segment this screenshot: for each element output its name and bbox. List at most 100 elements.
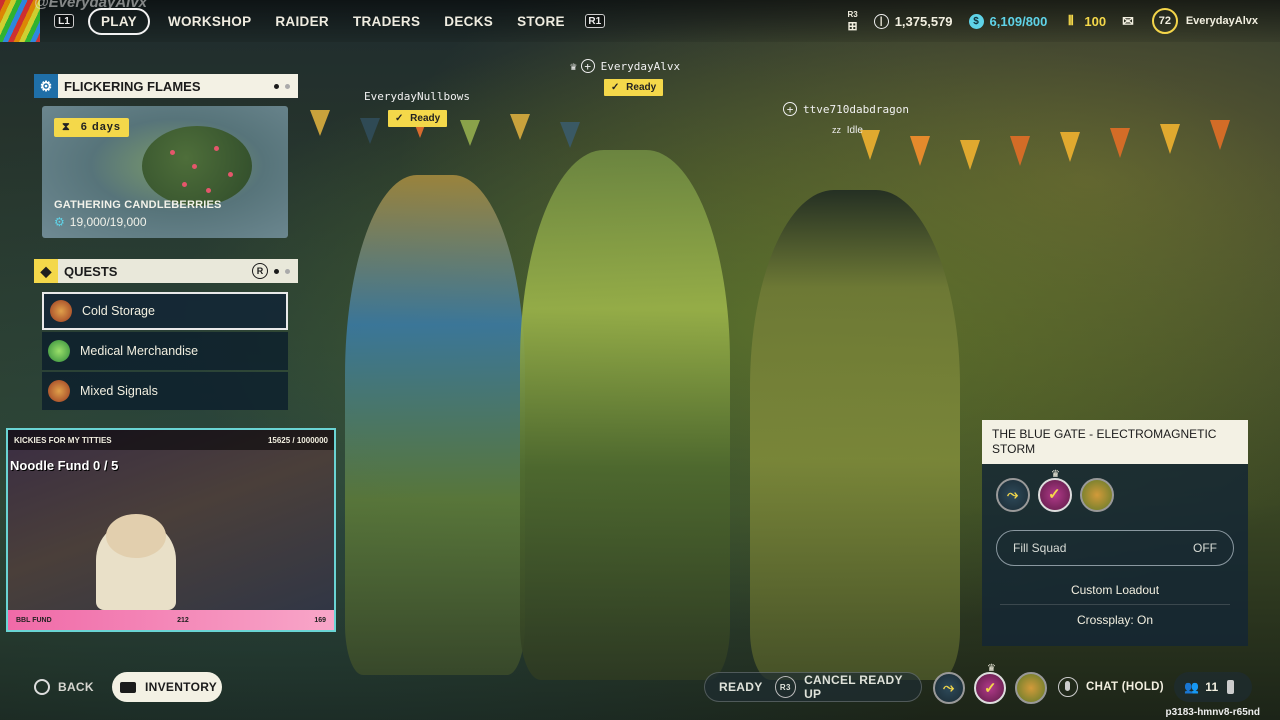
player-2-ready-badge: ✓ Ready <box>604 79 664 96</box>
ready-label: READY <box>719 680 763 694</box>
player-tag-3: + ttve710dabdragon <box>783 102 909 116</box>
r3-button-icon: R3 <box>774 676 797 698</box>
character-right <box>750 190 960 680</box>
coins-counter[interactable]: | 1,375,579 <box>873 13 953 29</box>
event-header-title: FLICKERING FLAMES <box>64 78 201 94</box>
cancel-ready-label: CANCEL READY UP <box>804 673 903 701</box>
back-button[interactable]: BACK <box>34 672 104 702</box>
gear-icon: ⚙ <box>34 74 58 98</box>
mail-button[interactable]: ✉ <box>1122 13 1134 30</box>
quest-item-mixed-signals[interactable]: Mixed Signals <box>42 372 288 410</box>
webcam-goal-bar: KICKIES FOR MY TITTIES 15625 / 1000000 <box>8 430 334 450</box>
friends-button[interactable]: 👥 11 <box>1174 672 1252 702</box>
touchpad-icon <box>120 681 136 693</box>
nav-tab-workshop[interactable]: WORKSHOP <box>168 14 251 29</box>
quest-label: Cold Storage <box>82 304 155 318</box>
tokens-counter[interactable]: $ 6,109/800 <box>968 13 1048 29</box>
pager-dots <box>268 83 290 89</box>
session-code: p3183-hmnv8-r65nd <box>1165 707 1260 718</box>
crown-icon: ♛ <box>570 59 577 73</box>
credits-counter[interactable]: ⫴ 100 <box>1063 13 1107 29</box>
player-tag-1: EverydayNullbows <box>364 90 470 103</box>
chat-button[interactable]: CHAT (HOLD) <box>1058 672 1168 702</box>
player-3-status: zz Idle <box>832 125 863 136</box>
r3-hint-label: R3 <box>847 9 858 19</box>
tokens-value: 6,109/800 <box>989 13 1048 29</box>
r1-hint-icon: R1 <box>584 14 605 28</box>
quest-giver-icon <box>48 380 70 402</box>
r-button-hint-icon: R <box>252 263 268 279</box>
idle-label: Idle <box>846 125 863 136</box>
quest-giver-icon <box>50 300 72 322</box>
hourglass-icon: ⧗ <box>62 121 71 133</box>
mail-icon: ✉ <box>1122 12 1134 29</box>
friends-count: 11 <box>1205 680 1219 694</box>
check-icon: ✓ <box>611 82 620 93</box>
back-label: BACK <box>58 680 94 694</box>
profile-button[interactable]: 72 EverydayAlvx <box>1151 8 1258 34</box>
squad-member-icon <box>1015 672 1047 704</box>
quest-item-cold-storage[interactable]: Cold Storage <box>42 292 288 330</box>
nav-tab-raider[interactable]: RAIDER <box>275 14 329 29</box>
token-icon: $ <box>968 13 984 29</box>
top-nav-bar: @EverydayAlvx L1 PLAY WORKSHOP RAIDER TR… <box>0 0 1280 42</box>
check-icon: ✓ <box>395 113 404 124</box>
nav-tab-play[interactable]: PLAY <box>88 7 150 35</box>
quest-label: Mixed Signals <box>80 384 158 398</box>
player-tag-2: ♛ + EverydayAlvx <box>570 59 680 73</box>
player-1-ready-badge: ✓ Ready <box>388 110 448 127</box>
quest-item-medical-merchandise[interactable]: Medical Merchandise <box>42 332 288 370</box>
inventory-button[interactable]: INVENTORY <box>112 672 222 702</box>
nav-tab-traders[interactable]: TRADERS <box>353 14 420 29</box>
webcam-goal-count: 15625 / 1000000 <box>267 435 328 445</box>
event-progress-value: 19,000/19,000 <box>69 215 147 229</box>
options-icon <box>1226 680 1234 694</box>
coins-value: 1,375,579 <box>894 13 953 29</box>
webcam-goal-label: KICKIES FOR MY TITTIES <box>14 435 112 445</box>
microphone-icon <box>1058 677 1078 697</box>
nav-tab-decks[interactable]: DECKS <box>444 14 493 29</box>
quest-giver-icon <box>48 340 70 362</box>
credits-value: 100 <box>1084 13 1107 29</box>
add-friend-button[interactable]: + <box>783 102 797 116</box>
fund-right: 169 <box>314 616 326 624</box>
squad-leader-icon: ♛ ✓ <box>1038 469 1072 512</box>
level-badge: 72 <box>1151 8 1178 34</box>
quests-header: ◆ QUESTS R <box>34 259 298 283</box>
nav-tab-store[interactable]: STORE <box>517 14 565 29</box>
squad-leader-icon: ♛ ✓ <box>974 663 1006 704</box>
player-name: EverydayNullbows <box>364 90 470 103</box>
event-timer-value: 6 days <box>80 121 122 133</box>
pager-dots: R <box>252 263 290 279</box>
squad-member-icon: ⤳ <box>996 478 1030 512</box>
streamer-head-image <box>106 514 166 558</box>
coin-icon: | <box>873 13 889 29</box>
squad-icons: ⤳ ♛ ✓ <box>982 464 1248 512</box>
quest-diamond-icon: ◆ <box>34 259 58 283</box>
quest-label: Medical Merchandise <box>80 344 199 358</box>
event-card[interactable]: ⧗ 6 days GATHERING CANDLEBERRIES ⚙ 19,00… <box>42 106 288 238</box>
event-timer: ⧗ 6 days <box>54 118 130 137</box>
player-name: EverydayAlvx <box>600 59 681 73</box>
ready-cancel-button[interactable]: READY R3 CANCEL READY UP <box>704 672 922 702</box>
r3-hint: R3 ⊞ <box>847 10 857 33</box>
fund-mid: 212 <box>177 616 189 624</box>
inventory-label: INVENTORY <box>145 680 218 694</box>
idle-icon: zz <box>832 125 841 135</box>
quest-list: Cold Storage Medical Merchandise Mixed S… <box>42 292 288 412</box>
candleberry-bush-image <box>142 126 252 206</box>
crossplay-button[interactable]: Crossplay: On <box>1000 605 1230 634</box>
chat-label: CHAT (HOLD) <box>1086 681 1164 693</box>
fill-squad-toggle[interactable]: Fill Squad OFF <box>996 530 1234 566</box>
event-header: ⚙ FLICKERING FLAMES <box>34 74 298 98</box>
crown-icon: ♛ <box>1051 469 1060 480</box>
event-title: GATHERING CANDLEBERRIES <box>54 199 222 211</box>
quests-header-title: QUESTS <box>64 263 118 279</box>
custom-loadout-button[interactable]: Custom Loadout <box>1000 576 1230 605</box>
add-friend-button[interactable]: + <box>580 59 595 73</box>
map-panel: THE BLUE GATE - ELECTROMAGNETIC STORM ⤳ … <box>982 420 1248 646</box>
webcam-noodle-fund: Noodle Fund 0 / 5 <box>10 458 119 473</box>
stream-handle: @EverydayAlvx <box>34 0 148 11</box>
map-title: THE BLUE GATE - ELECTROMAGNETIC STORM <box>982 420 1248 464</box>
l1-hint-icon: L1 <box>54 14 74 28</box>
